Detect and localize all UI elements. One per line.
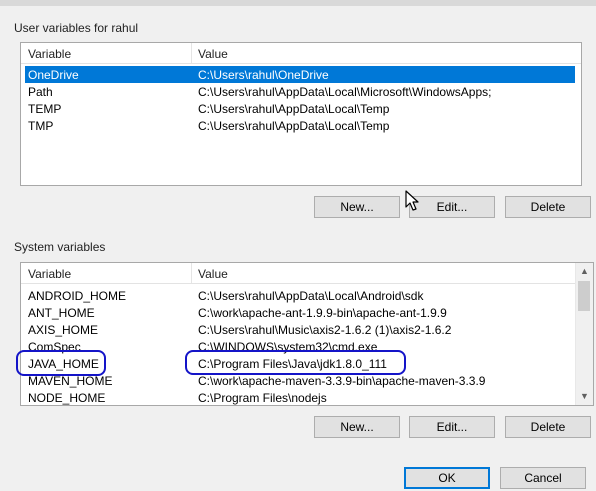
variable-name: Path	[28, 85, 53, 99]
variable-value: C:\work\apache-maven-3.3.9-bin\apache-ma…	[198, 374, 486, 388]
column-header-value[interactable]: Value	[198, 267, 228, 281]
variable-value: C:\Users\rahul\Music\axis2-1.6.2 (1)\axi…	[198, 323, 452, 337]
chevron-up-icon[interactable]: ▲	[576, 263, 593, 280]
annotation-circle-value	[185, 350, 406, 375]
user-variable-row[interactable]: TEMP C:\Users\rahul\AppData\Local\Temp	[25, 100, 575, 117]
system-edit-button[interactable]: Edit...	[409, 416, 495, 438]
variable-name: TEMP	[28, 102, 62, 116]
variable-value: C:\Program Files\nodejs	[198, 391, 327, 405]
variable-value: C:\Users\rahul\AppData\Local\Android\sdk	[198, 289, 424, 303]
variable-name: ANDROID_HOME	[28, 289, 127, 303]
user-edit-button[interactable]: Edit...	[409, 196, 495, 218]
column-divider[interactable]	[191, 43, 192, 63]
user-variables-title: User variables for rahul	[14, 21, 139, 35]
variable-name: MAVEN_HOME	[28, 374, 113, 388]
system-variable-row[interactable]: AXIS_HOME C:\Users\rahul\Music\axis2-1.6…	[25, 321, 573, 338]
variable-name: TMP	[28, 119, 54, 133]
variable-name: OneDrive	[28, 68, 79, 82]
variable-name: ANT_HOME	[28, 306, 95, 320]
system-variables-title: System variables	[14, 240, 106, 254]
variable-value: C:\work\apache-ant-1.9.9-bin\apache-ant-…	[198, 306, 447, 320]
scrollbar-thumb[interactable]	[578, 281, 590, 311]
system-variables-scrollbar[interactable]: ▲ ▼	[575, 263, 593, 405]
column-header-value[interactable]: Value	[198, 47, 228, 61]
annotation-circle-variable	[16, 350, 106, 376]
user-variable-row[interactable]: TMP C:\Users\rahul\AppData\Local\Temp	[25, 117, 575, 134]
system-variable-row[interactable]: NODE_HOME C:\Program Files\nodejs	[25, 389, 573, 405]
ok-button[interactable]: OK	[404, 467, 490, 489]
user-new-button[interactable]: New...	[314, 196, 400, 218]
variable-name: AXIS_HOME	[28, 323, 99, 337]
column-header-variable[interactable]: Variable	[28, 47, 71, 61]
user-delete-button[interactable]: Delete	[505, 196, 591, 218]
system-delete-button[interactable]: Delete	[505, 416, 591, 438]
user-variables-list[interactable]: Variable Value OneDrive C:\Users\rahul\O…	[20, 42, 582, 186]
user-variable-row[interactable]: OneDrive C:\Users\rahul\OneDrive	[25, 66, 575, 83]
variable-value: C:\Users\rahul\OneDrive	[198, 68, 329, 82]
system-new-button[interactable]: New...	[314, 416, 400, 438]
variable-name: NODE_HOME	[28, 391, 106, 405]
user-variable-row[interactable]: Path C:\Users\rahul\AppData\Local\Micros…	[25, 83, 575, 100]
chevron-down-icon[interactable]: ▼	[576, 388, 593, 405]
column-divider[interactable]	[191, 263, 192, 283]
system-variables-header: Variable Value	[21, 263, 575, 284]
variable-value: C:\Users\rahul\AppData\Local\Microsoft\W…	[198, 85, 492, 99]
variable-value: C:\Users\rahul\AppData\Local\Temp	[198, 119, 390, 133]
variable-value: C:\Users\rahul\AppData\Local\Temp	[198, 102, 390, 116]
mouse-pointer-icon	[405, 190, 419, 211]
column-header-variable[interactable]: Variable	[28, 267, 71, 281]
user-variables-header: Variable Value	[21, 43, 581, 64]
system-variables-list[interactable]: Variable Value ANDROID_HOME C:\Users\rah…	[20, 262, 594, 406]
system-variable-row[interactable]: ANT_HOME C:\work\apache-ant-1.9.9-bin\ap…	[25, 304, 573, 321]
window-top-edge	[0, 0, 596, 6]
cancel-button[interactable]: Cancel	[500, 467, 586, 489]
system-variable-row[interactable]: ANDROID_HOME C:\Users\rahul\AppData\Loca…	[25, 287, 573, 304]
